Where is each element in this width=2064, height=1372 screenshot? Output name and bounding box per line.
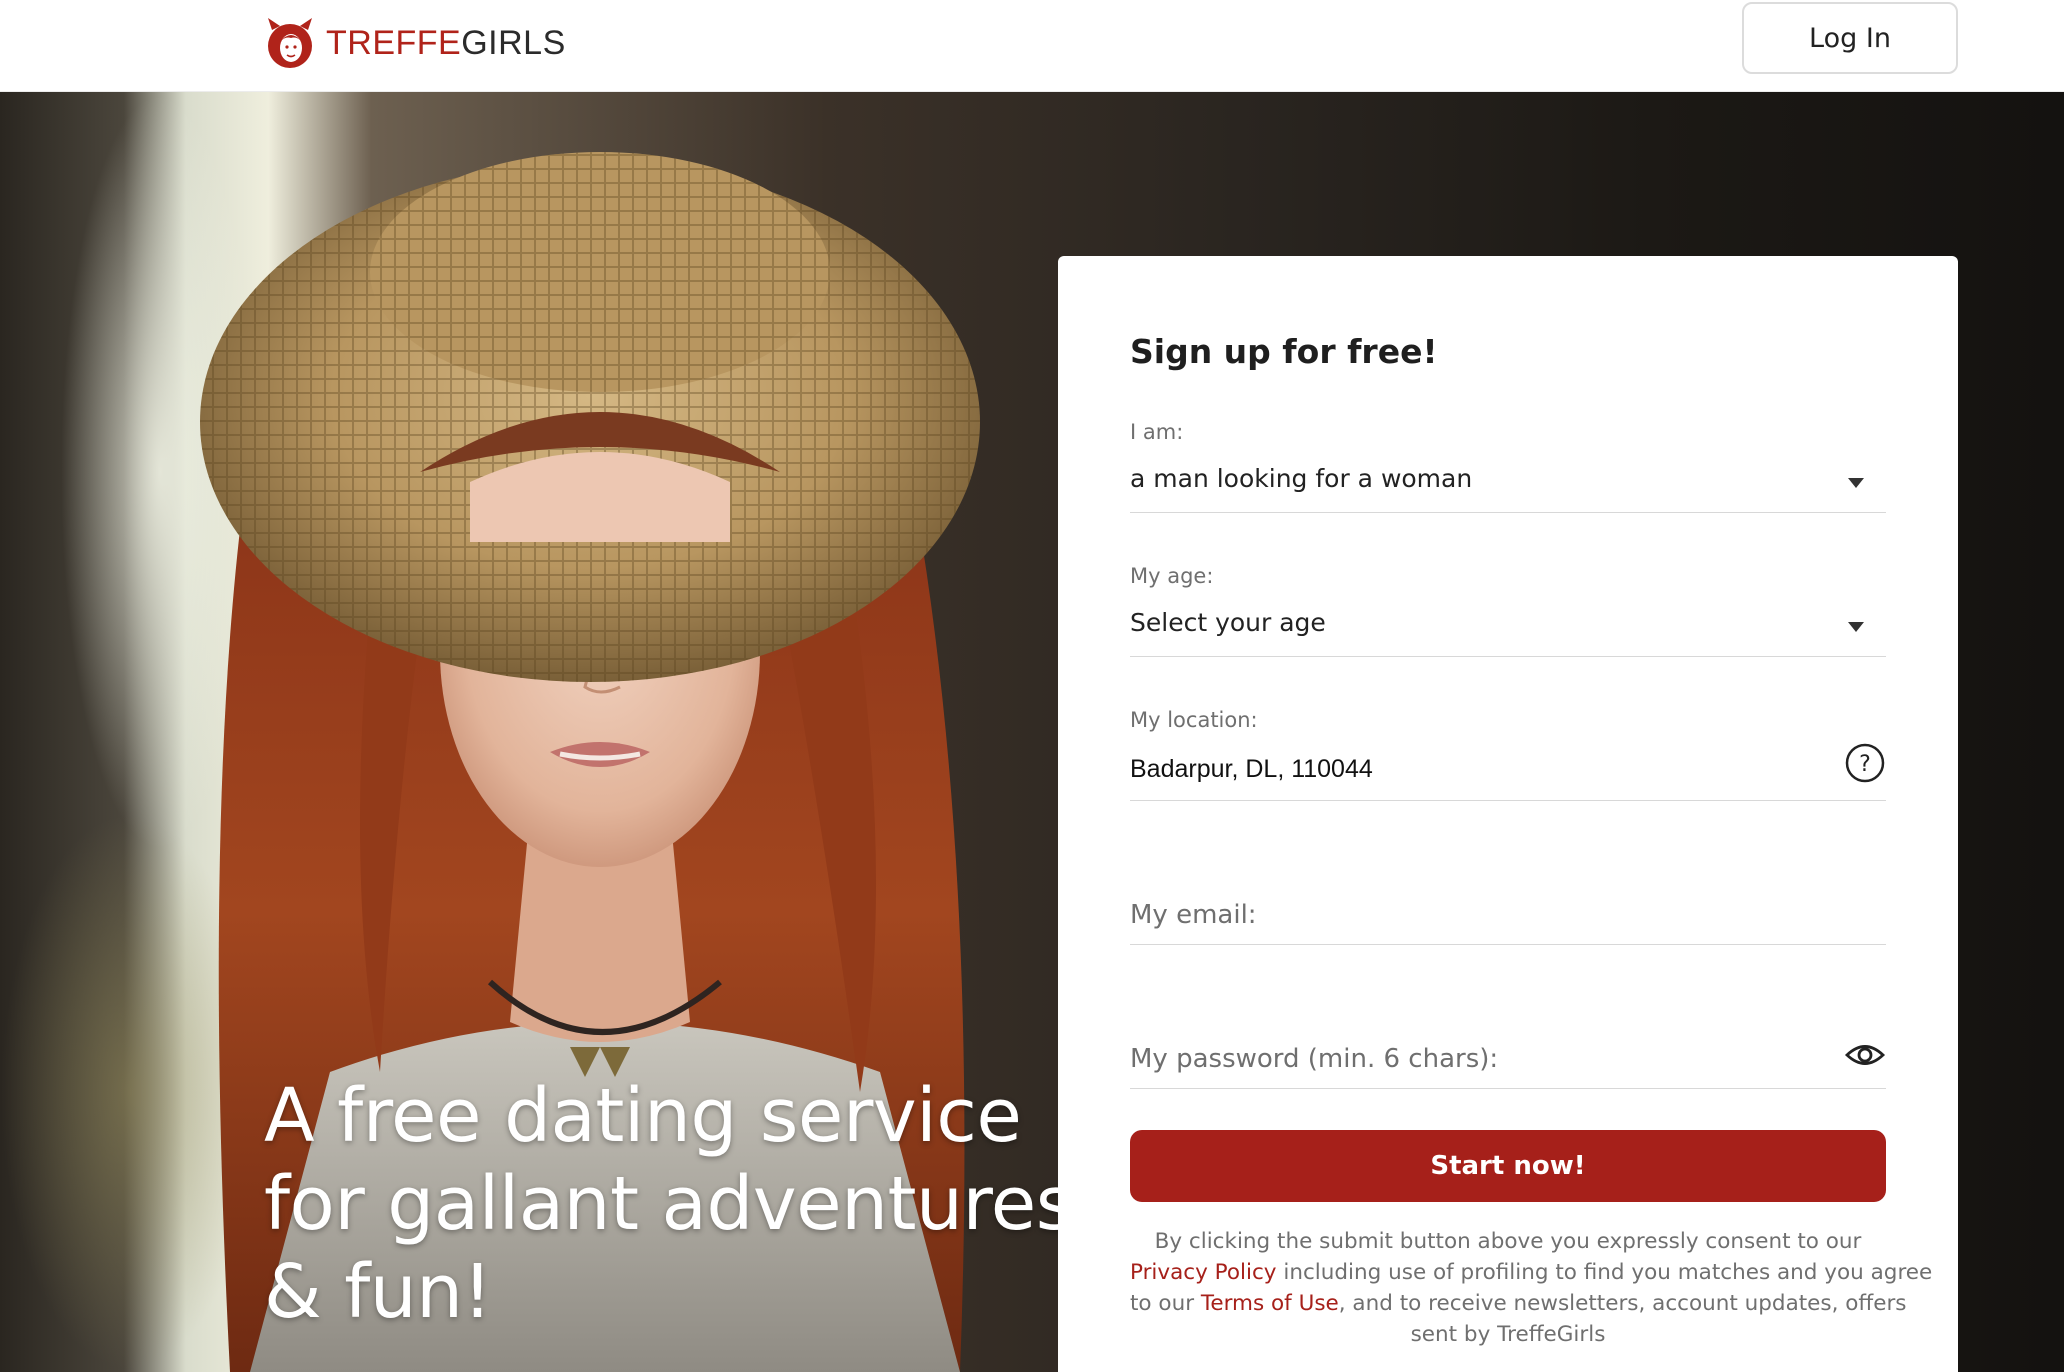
consent-line: Privacy Policy including use of profilin… <box>1130 1257 1932 1288</box>
hero-headline-line: for gallant adventures <box>264 1161 1074 1247</box>
field-underline <box>1130 512 1886 513</box>
gender-select[interactable]: I am: a man looking for a woman <box>1130 420 1886 520</box>
location-label: My location: <box>1130 708 1258 732</box>
svg-text:?: ? <box>1859 752 1871 777</box>
eye-icon[interactable] <box>1844 1034 1886 1076</box>
consent-text-fragment: to our <box>1130 1291 1201 1316</box>
hero-headline: A free dating service for gallant advent… <box>264 1072 1124 1336</box>
hero-headline-line: & fun! <box>264 1249 492 1335</box>
field-underline <box>1130 800 1886 801</box>
login-button[interactable]: Log In <box>1742 2 1958 74</box>
consent-line: sent by TreffeGirls <box>1410 1322 1606 1347</box>
password-field[interactable]: My password (min. 6 chars): <box>1130 996 1886 1096</box>
email-placeholder: My email: <box>1130 900 1257 930</box>
devil-girl-logo-icon <box>268 18 312 68</box>
age-value: Select your age <box>1130 608 1326 637</box>
chevron-down-icon <box>1848 478 1864 488</box>
chevron-down-icon <box>1848 622 1864 632</box>
field-underline <box>1130 1088 1886 1089</box>
hero-headline-line: A free dating service <box>264 1073 1022 1159</box>
age-select[interactable]: My age: Select your age <box>1130 564 1886 664</box>
gender-value: a man looking for a woman <box>1130 464 1473 493</box>
start-now-button[interactable]: Start now! <box>1130 1130 1886 1202</box>
logo-word-girls: GIRLS <box>461 24 566 62</box>
email-field[interactable]: My email: <box>1130 852 1886 952</box>
location-field[interactable]: My location: Badarpur, DL, 110044 ? <box>1130 708 1886 808</box>
field-underline <box>1130 656 1886 657</box>
consent-line: By clicking the submit button above you … <box>1154 1229 1862 1254</box>
question-circle-icon[interactable]: ? <box>1844 742 1886 784</box>
signup-card: Sign up for free! I am: a man looking fo… <box>1058 256 1958 1372</box>
gender-label: I am: <box>1130 420 1184 444</box>
site-header: TREFFEGIRLS Log In <box>0 0 2064 92</box>
terms-of-use-link[interactable]: Terms of Use <box>1201 1291 1339 1316</box>
hero-section: A free dating service for gallant advent… <box>0 92 2064 1372</box>
signup-title: Sign up for free! <box>1130 332 1438 371</box>
privacy-policy-link[interactable]: Privacy Policy <box>1130 1260 1277 1285</box>
consent-text: By clicking the submit button above you … <box>1130 1226 1932 1350</box>
age-label: My age: <box>1130 564 1214 588</box>
logo-word-treffe: TREFFE <box>326 24 462 62</box>
consent-text-fragment: , and to receive newsletters, account up… <box>1338 1291 1907 1316</box>
location-input[interactable]: Badarpur, DL, 110044 <box>1130 755 1373 784</box>
logo-wordmark: TREFFEGIRLS <box>326 26 566 60</box>
consent-line: to our Terms of Use, and to receive news… <box>1130 1288 1907 1319</box>
field-underline <box>1130 944 1886 945</box>
password-placeholder: My password (min. 6 chars): <box>1130 1044 1499 1074</box>
site-logo[interactable]: TREFFEGIRLS <box>264 10 566 76</box>
consent-text-fragment: including use of profiling to find you m… <box>1276 1260 1933 1285</box>
